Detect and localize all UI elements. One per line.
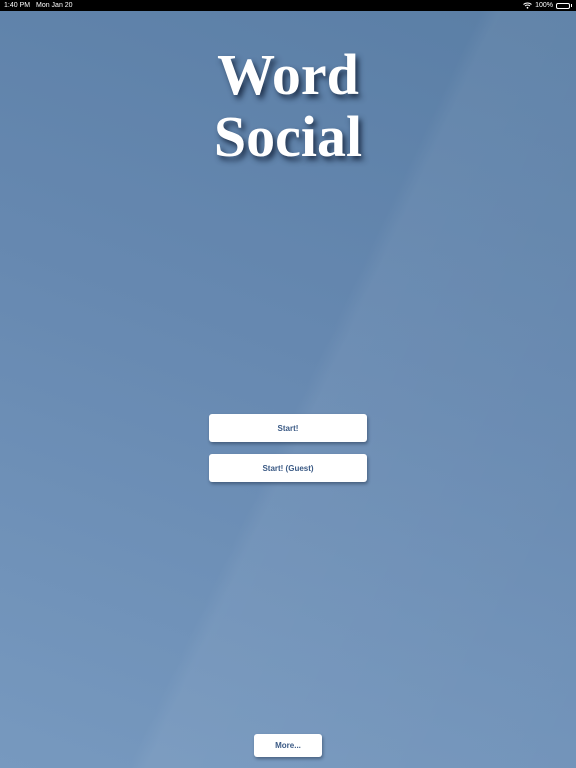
status-indicators: 100% [523, 0, 572, 11]
more-button[interactable]: More... [254, 734, 322, 757]
battery-percentage: 100% [535, 2, 553, 9]
status-date: Mon Jan 20 [36, 2, 73, 9]
app-title: Word Social [0, 44, 576, 168]
app-title-line-1: Word [217, 42, 359, 107]
app-title-line-2: Social [213, 104, 363, 169]
battery-icon [556, 2, 572, 9]
status-bar: 1:40 PM Mon Jan 20 100% [0, 0, 576, 11]
start-guest-button[interactable]: Start! (Guest) [209, 454, 367, 482]
wifi-icon [523, 2, 532, 9]
start-button[interactable]: Start! [209, 414, 367, 442]
status-time: 1:40 PM [4, 2, 31, 9]
